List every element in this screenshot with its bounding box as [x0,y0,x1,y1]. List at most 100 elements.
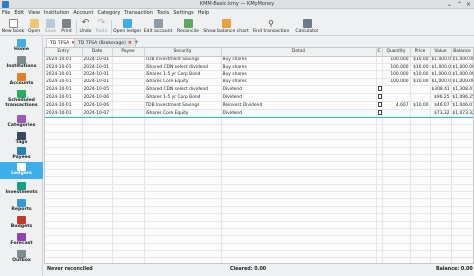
sidebar-item-outbox[interactable]: Outbox [0,250,43,263]
empty-cell [144,213,222,222]
redo-button[interactable]: ↷ Redo [94,18,109,36]
add-tab-icon[interactable]: + [134,38,139,47]
new-book-button[interactable]: New book [1,18,25,36]
edit-account-button[interactable]: Edit account [143,18,173,36]
menu-account[interactable]: Account [71,9,95,18]
calculator-button[interactable]: Calculator [293,18,321,36]
empty-row[interactable] [45,250,473,259]
tab-td-tfsa-brokerage[interactable]: TD TFSA (Brokerage) ✖ [74,38,136,47]
find-transaction-button[interactable]: ⚲ Find transaction [251,18,291,36]
document-icon[interactable] [377,110,381,116]
column-header-security[interactable]: Security [144,48,222,57]
document-icon[interactable] [377,102,381,108]
minimize-icon[interactable]: ⌄ [446,1,453,8]
sidebar-item-categories[interactable]: Categories [0,115,43,128]
sidebar-item-tags[interactable]: Tags [0,132,43,145]
new-file-icon [8,19,18,28]
empty-row[interactable] [45,198,473,207]
show-balance-chart-button[interactable]: Show balance chart [202,18,250,36]
open-button[interactable]: Open [26,18,42,36]
table-row[interactable]: 2024-10-01 2024-10-01 iShares 1-5 yr Corp … [45,70,473,79]
table-row[interactable]: 2024-10-01 2024-10-01 iShares Core Equity B… [45,78,473,87]
column-header-quantity[interactable]: Quantity [382,48,411,57]
sidebar-item-budgets[interactable]: Budgets [0,216,43,229]
empty-cell [451,243,473,252]
menu-settings[interactable]: Settings [171,9,196,18]
menu-category[interactable]: Category [95,9,122,18]
empty-cell [382,124,411,133]
close-tab-icon[interactable]: ✖ [128,41,132,46]
empty-row[interactable] [45,191,473,200]
table-row[interactable]: 2024-10-01 2024-10-01 iShared CDN select d… [45,63,473,72]
sidebar-item-forecast[interactable]: Forecast [0,233,43,246]
empty-row[interactable] [45,228,473,237]
empty-cell [45,206,83,215]
empty-cell [451,221,473,229]
sidebar-item-institutions[interactable]: Institutions [0,56,43,69]
empty-row[interactable] [45,243,473,252]
empty-row[interactable] [45,139,473,148]
empty-cell [45,228,83,237]
empty-cell [82,147,113,156]
open-ledger-button[interactable]: Open ledger [113,18,141,36]
sidebar-item-scheduled-transactions[interactable]: Scheduled transactions [0,90,43,108]
cell-price: $10.00 [410,56,431,64]
reconcile-button[interactable]: Reconcile [175,18,201,36]
empty-row[interactable] [45,213,473,222]
close-icon[interactable]: × [465,1,472,8]
empty-row[interactable] [45,176,473,185]
empty-row[interactable] [45,184,473,192]
menu-edit[interactable]: Edit [12,9,26,18]
empty-cell [382,191,411,200]
table-row[interactable]: 2024-10-01 2024-10-06 TDB Investment Savin… [45,101,473,111]
column-header-payee[interactable]: Payee [112,48,145,57]
cell-balance: $1,073.32 [451,109,473,119]
empty-row[interactable] [45,117,473,126]
empty-cell [144,243,222,252]
column-header-price[interactable]: Price [410,48,431,57]
empty-row[interactable] [45,154,473,163]
undo-button[interactable]: ↶ Undo [78,18,93,36]
empty-row[interactable] [45,124,473,133]
empty-row[interactable] [45,132,473,141]
column-header-entry[interactable]: Entry [45,48,83,57]
menu-transaction[interactable]: Transaction [122,9,155,18]
empty-cell [45,213,83,222]
save-button[interactable]: Save [43,18,58,36]
empty-cell [112,184,145,192]
menu-tools[interactable]: Tools [155,9,171,18]
title-bar: KMM-Basic.kmy — KMyMoney ⌄ ⌃ × [0,0,474,9]
table-row[interactable]: 2024-10-01 2024-10-07 iShares Core Equity D… [45,109,473,119]
column-header-balance[interactable]: Balance [451,48,473,57]
column-header-value[interactable]: Value [430,48,452,57]
sidebar-item-accounts[interactable]: Accounts [0,73,43,86]
print-button[interactable]: Print [59,18,74,36]
document-icon[interactable] [377,86,381,92]
empty-row[interactable] [45,206,473,215]
column-header-date[interactable]: Date [82,48,113,57]
empty-cell [382,213,411,222]
table-row[interactable]: 2024-10-01 2024-10-05 iShared CDN select d… [45,85,473,95]
empty-cell [221,147,377,156]
empty-row[interactable] [45,169,473,178]
sidebar-item-ledgers[interactable]: Ledgers [0,162,43,179]
empty-row[interactable] [45,161,473,170]
menu-institution[interactable]: Institution [42,9,71,18]
sidebar-item-payees[interactable]: Payees [0,147,43,160]
sidebar-item-home[interactable]: Home [0,39,43,52]
column-header-detail[interactable]: Detail [221,48,377,57]
sidebar-item-reports[interactable]: Reports [0,199,43,212]
table-row[interactable]: 2024-10-01 2024-10-01 TDB Investment Savin… [45,56,473,64]
document-icon[interactable] [377,94,381,100]
empty-cell [430,198,452,207]
maximize-icon[interactable]: ⌃ [456,1,463,8]
empty-row[interactable] [45,235,473,244]
empty-row[interactable] [45,147,473,156]
menu-help[interactable]: Help [196,9,211,18]
cell-quantity [382,93,411,103]
table-row[interactable]: 2024-10-01 2024-10-06 iShares 1-5 yr Corp … [45,93,473,103]
sidebar-item-investments[interactable]: Investments [0,182,43,195]
menu-file[interactable]: File [0,9,12,18]
empty-row[interactable] [45,221,473,229]
menu-view[interactable]: View [26,9,42,18]
